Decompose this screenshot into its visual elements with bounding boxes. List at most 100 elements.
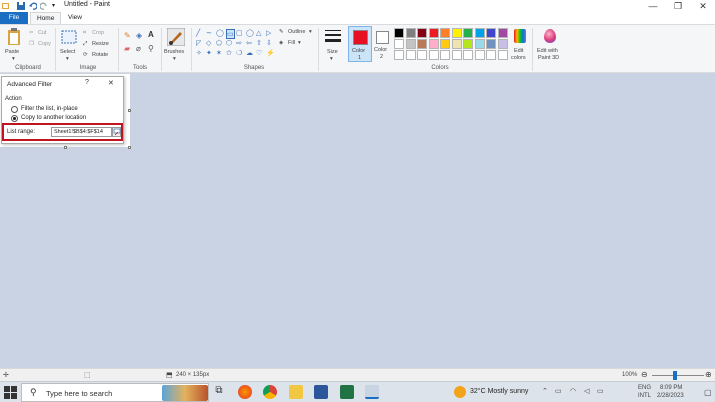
shape-option[interactable]: ◸ (196, 39, 201, 47)
custom-color-slot[interactable] (428, 50, 439, 60)
save-icon[interactable] (17, 2, 25, 10)
start-button[interactable] (4, 386, 17, 399)
fill-button[interactable]: Fill (288, 40, 295, 46)
shape-option[interactable]: ☁ (246, 49, 253, 57)
resize-handle-corner[interactable] (128, 146, 131, 149)
copy-button[interactable]: Copy (38, 41, 51, 47)
custom-color-slot[interactable] (497, 50, 508, 60)
battery-icon[interactable]: ▭ (597, 387, 604, 395)
shape-option[interactable]: ▭ (226, 29, 235, 39)
color-palette[interactable] (394, 28, 510, 62)
palette-swatch[interactable] (497, 28, 508, 38)
brushes-button[interactable]: Brushes ▾ (164, 28, 188, 62)
resize-handle-bottom[interactable] (64, 146, 67, 149)
shape-option[interactable]: ◯ (216, 29, 224, 37)
magnifier-icon[interactable]: ⚲ (148, 44, 154, 53)
color1-button[interactable]: Color 1 (348, 26, 372, 62)
resize-icon[interactable]: ⤢ (83, 41, 87, 48)
customize-toolbar-chevron-icon[interactable]: ▾ (52, 2, 60, 10)
edit-colors-button[interactable]: Edit colors (509, 27, 531, 65)
filter-in-place-radio[interactable] (11, 106, 18, 113)
custom-color-slot[interactable] (451, 50, 462, 60)
outline-icon[interactable]: ✎ (279, 29, 284, 35)
palette-swatch[interactable] (417, 39, 427, 49)
palette-swatch[interactable] (394, 39, 404, 49)
color2-button[interactable]: Color 2 (372, 26, 394, 62)
clock-time[interactable]: 8:09 PM (660, 385, 682, 391)
file-explorer-icon[interactable] (289, 385, 303, 399)
zoom-slider-thumb[interactable] (673, 371, 677, 380)
network-icon[interactable]: ▭ (555, 387, 562, 395)
size-button[interactable]: Size ▾ (322, 28, 344, 62)
palette-swatch[interactable] (440, 28, 450, 38)
help-button[interactable]: ? (85, 79, 89, 86)
zoom-out-icon[interactable]: ⊖ (641, 370, 648, 379)
tab-home[interactable]: Home (30, 12, 62, 24)
weather-text[interactable]: 32°C Mostly sunny (470, 388, 528, 395)
crop-icon[interactable]: ⌗ (83, 30, 86, 37)
text-tool-icon[interactable]: A (148, 30, 154, 39)
undo-icon[interactable] (29, 2, 38, 10)
palette-swatch[interactable] (394, 28, 404, 38)
shape-option[interactable]: ◯ (246, 29, 254, 37)
wifi-icon[interactable]: ◠ (570, 387, 576, 395)
pencil-icon[interactable]: ✎ (124, 31, 131, 40)
paint-taskbar-icon[interactable] (365, 385, 379, 399)
palette-swatch[interactable] (405, 28, 416, 38)
palette-swatch[interactable] (405, 39, 416, 49)
color-picker-icon[interactable]: ⌀ (136, 44, 141, 53)
tab-file[interactable]: File (0, 12, 28, 24)
collapse-dialog-button[interactable] (112, 127, 121, 137)
firefox-icon[interactable] (238, 385, 252, 399)
clock-date[interactable]: 2/28/2023 (657, 393, 684, 399)
palette-swatch[interactable] (428, 28, 439, 38)
shape-option[interactable]: ⬠ (216, 39, 222, 47)
palette-swatch[interactable] (463, 28, 473, 38)
shapes-gallery[interactable]: ╱ ∼ ◯ ▭ ▢ ◯ △ ▷ ◸ ◇ ⬠ ⬡ ⇨ ⇦ ⇧ ⇩ ✧ ✦ ✶ ✩ ❍ ☁ ♡ ⚡ (196, 29, 275, 59)
paste-button[interactable]: Paste ▾ (3, 28, 25, 62)
shape-option[interactable]: ✦ (206, 49, 212, 57)
custom-color-slot[interactable] (417, 50, 427, 60)
palette-swatch[interactable] (463, 39, 473, 49)
chrome-icon[interactable] (263, 385, 277, 399)
palette-swatch[interactable] (451, 39, 462, 49)
palette-swatch[interactable] (486, 28, 496, 38)
palette-swatch[interactable] (440, 39, 450, 49)
shape-option[interactable]: ∼ (206, 29, 212, 37)
eraser-icon[interactable]: ▰ (124, 44, 130, 53)
shape-option[interactable]: ⇧ (256, 39, 262, 47)
close-button[interactable]: ✕ (691, 0, 715, 12)
shape-option[interactable]: ♡ (256, 49, 262, 57)
shape-option[interactable]: △ (256, 29, 261, 37)
volume-icon[interactable]: ◁ (584, 387, 589, 395)
zoom-slider-track[interactable] (652, 375, 704, 376)
show-hidden-icons-chevron-icon[interactable]: ⌃ (542, 387, 548, 395)
excel-icon[interactable] (340, 385, 354, 399)
palette-swatch[interactable] (474, 39, 485, 49)
list-range-input[interactable]: Sheet1!$B$4:$F$14 (51, 127, 112, 137)
zoom-in-icon[interactable]: ⊕ (705, 370, 712, 379)
palette-swatch[interactable] (486, 39, 496, 49)
shape-option[interactable]: ⚡ (266, 49, 275, 57)
language-code[interactable]: ENG (638, 385, 651, 391)
word-icon[interactable] (314, 385, 328, 399)
fill-bucket-icon[interactable]: ◈ (136, 31, 142, 40)
copy-to-location-label[interactable]: Copy to another location (21, 115, 86, 121)
notification-icon[interactable]: ▢ (704, 388, 712, 397)
palette-swatch[interactable] (497, 39, 508, 49)
shape-option[interactable]: ╱ (196, 29, 200, 37)
fill-icon[interactable]: ◈ (279, 40, 283, 46)
custom-color-slot[interactable] (440, 50, 450, 60)
custom-color-slot[interactable] (474, 50, 485, 60)
shape-option[interactable]: ⇩ (266, 39, 272, 47)
shape-option[interactable]: ✶ (216, 49, 222, 57)
shape-option[interactable]: ✩ (226, 49, 232, 57)
rotate-icon[interactable]: ⟳ (83, 52, 88, 58)
shape-option[interactable]: ⬡ (226, 39, 232, 47)
palette-swatch[interactable] (417, 28, 427, 38)
resize-handle-right[interactable] (128, 109, 131, 112)
custom-color-slot[interactable] (405, 50, 416, 60)
taskbar-search[interactable]: ⚲ Type here to search (21, 383, 209, 402)
crop-button[interactable]: Crop (92, 30, 104, 36)
maximize-button[interactable]: ❐ (666, 0, 690, 12)
